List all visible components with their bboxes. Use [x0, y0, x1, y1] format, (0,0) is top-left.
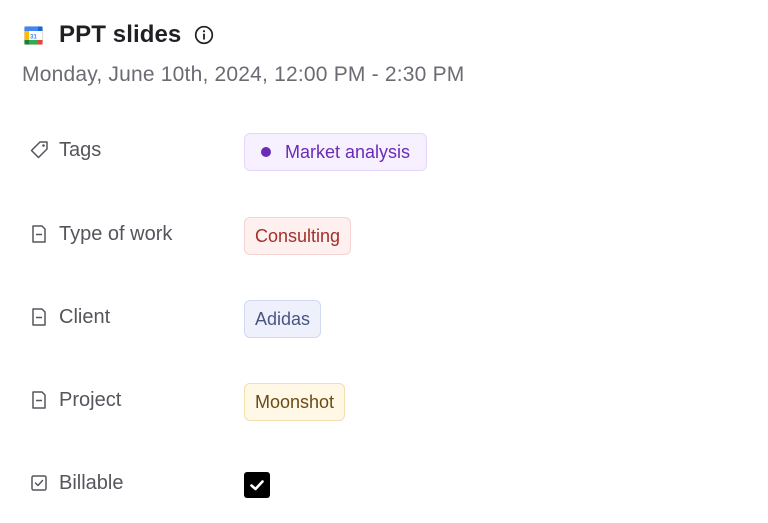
tag-chip-label: Market analysis	[285, 141, 411, 162]
property-label: Type of work	[59, 222, 173, 245]
event-datetime: Monday, June 10th, 2024, 12:00 PM - 2:30…	[22, 63, 465, 86]
checkmark-icon	[250, 480, 264, 491]
property-label-tags: Tags	[28, 130, 101, 170]
event-header: 31 PPT slides	[24, 20, 214, 50]
property-label: Billable	[59, 471, 124, 494]
client-chip-adidas[interactable]: Adidas	[244, 300, 322, 338]
property-row-client: Client Adidas	[28, 297, 748, 338]
tag-color-dot	[261, 147, 271, 157]
property-row-tags: Tags Market analysis	[28, 130, 748, 171]
property-label-project: Project	[28, 380, 121, 420]
property-label: Client	[59, 305, 111, 328]
svg-text:31: 31	[30, 34, 37, 40]
property-label-billable: Billable	[28, 463, 123, 503]
info-icon[interactable]	[194, 25, 214, 45]
event-title: PPT slides	[59, 21, 182, 48]
property-label: Tags	[59, 138, 102, 161]
property-label: Project	[59, 388, 122, 411]
property-row-project: Project Moonshot	[28, 380, 748, 421]
billable-checkbox[interactable]	[244, 472, 270, 498]
property-label-type-of-work: Type of work	[28, 214, 172, 254]
google-calendar-icon: 31	[24, 25, 43, 45]
checkbox-field-icon	[28, 472, 50, 494]
type-of-work-chip-consulting[interactable]: Consulting	[244, 217, 352, 255]
property-row-type-of-work: Type of work Consulting	[28, 214, 748, 255]
select-field-icon	[28, 306, 50, 328]
project-chip-moonshot[interactable]: Moonshot	[244, 383, 346, 421]
property-row-billable: Billable	[28, 463, 748, 503]
select-field-icon	[28, 389, 50, 411]
tag-icon	[28, 139, 50, 161]
property-label-client: Client	[28, 297, 110, 337]
tag-chip-market-analysis[interactable]: Market analysis	[244, 133, 428, 171]
select-field-icon	[28, 223, 50, 245]
